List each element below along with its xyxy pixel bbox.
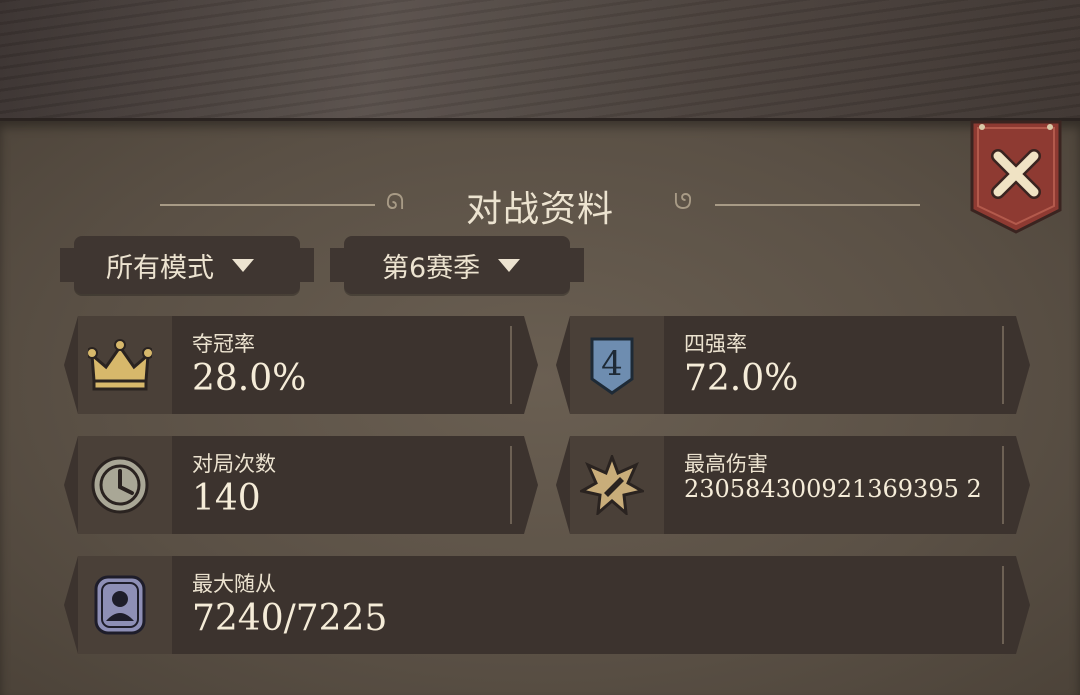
dropdown-ornament bbox=[330, 248, 344, 282]
stat-label: 四强率 bbox=[684, 332, 747, 356]
season-dropdown[interactable]: 第6赛季 bbox=[344, 236, 570, 294]
stat-card-max-minions: 最大随从 7240/7225 bbox=[64, 556, 1030, 654]
stat-label: 最大随从 bbox=[192, 572, 276, 596]
damage-burst-icon bbox=[580, 455, 644, 515]
swirl-ornament-icon: ᘎ bbox=[673, 190, 693, 215]
minion-portrait-icon bbox=[88, 575, 152, 635]
stat-value: 72.0% bbox=[684, 358, 799, 399]
card-divider bbox=[510, 326, 512, 404]
dropdown-ornament bbox=[570, 248, 584, 282]
close-button[interactable] bbox=[970, 118, 1062, 236]
stat-value: 7240/7225 bbox=[192, 598, 388, 639]
dropdown-ornament bbox=[60, 248, 74, 282]
stat-label: 对局次数 bbox=[192, 452, 276, 476]
crown-icon bbox=[88, 335, 152, 395]
clock-icon bbox=[88, 455, 152, 515]
mode-dropdown[interactable]: 所有模式 bbox=[74, 236, 300, 294]
mode-dropdown-label: 所有模式 bbox=[106, 252, 214, 284]
season-dropdown-label: 第6赛季 bbox=[382, 252, 481, 284]
stat-value: 28.0% bbox=[192, 358, 307, 399]
card-divider bbox=[1002, 326, 1004, 404]
stat-card-win-rate: 夺冠率 28.0% bbox=[64, 316, 538, 414]
four-shield-icon: 4 bbox=[580, 335, 644, 395]
close-x-icon bbox=[970, 120, 1062, 234]
card-divider bbox=[1002, 566, 1004, 644]
title-divider-left bbox=[160, 204, 375, 206]
chevron-down-icon bbox=[498, 258, 521, 272]
stat-card-matches: 对局次数 140 bbox=[64, 436, 538, 534]
chevron-down-icon bbox=[232, 258, 254, 272]
background-wood bbox=[0, 0, 1080, 125]
page-title: 对战资料 bbox=[465, 189, 614, 230]
stat-value: 140 bbox=[192, 478, 261, 519]
stat-card-top4-rate: 4 四强率 72.0% bbox=[556, 316, 1030, 414]
card-divider bbox=[1002, 446, 1004, 524]
card-divider bbox=[510, 446, 512, 524]
title-divider-right bbox=[715, 204, 920, 206]
stat-label: 夺冠率 bbox=[192, 332, 255, 356]
swirl-ornament-icon: ᘏ bbox=[385, 190, 405, 215]
stat-value: 230584300921369395 2 bbox=[684, 475, 982, 503]
svg-text:4: 4 bbox=[601, 344, 623, 384]
title-row: ᘏ 对战资料 ᘎ bbox=[150, 178, 930, 230]
dropdown-ornament bbox=[300, 248, 314, 282]
stat-card-max-damage: 最高伤害 230584300921369395 2 bbox=[556, 436, 1030, 534]
